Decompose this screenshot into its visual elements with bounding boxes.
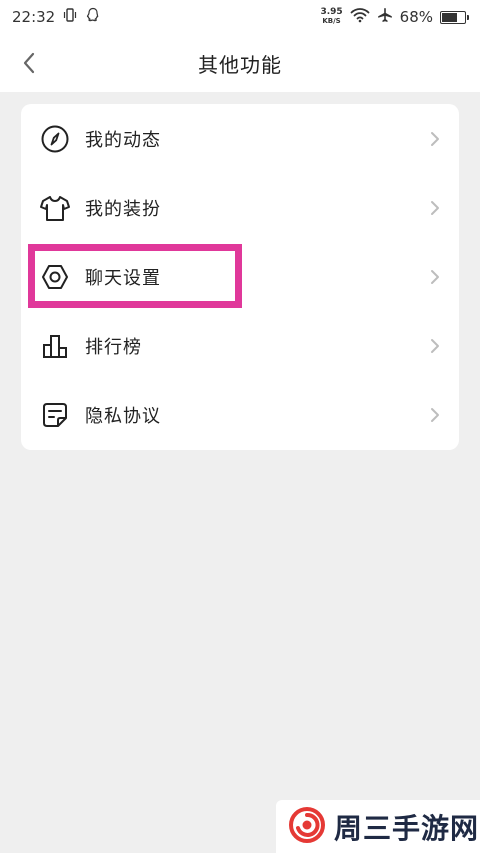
chevron-right-icon <box>431 200 439 215</box>
chevron-left-icon <box>23 52 35 74</box>
chevron-right-icon <box>431 407 439 422</box>
chevron-right-icon <box>431 131 439 146</box>
menu-card: 我的动态 我的装扮 聊天设置 排行榜 隐私协议 <box>21 104 459 450</box>
menu-item-chat-settings[interactable]: 聊天设置 <box>21 242 459 311</box>
page-title: 其他功能 <box>198 52 282 77</box>
menu-item-leaderboard[interactable]: 排行榜 <box>21 311 459 380</box>
status-time: 22:32 <box>12 8 56 26</box>
ranking-bars-icon <box>39 330 71 362</box>
watermark-logo-icon <box>288 806 326 848</box>
wifi-icon <box>350 7 370 27</box>
network-speed-value: 3.95 <box>320 7 343 17</box>
menu-item-label: 我的装扮 <box>85 198 161 220</box>
battery-level-fill <box>442 12 457 22</box>
airplane-mode-icon <box>377 7 393 27</box>
menu-item-privacy-policy[interactable]: 隐私协议 <box>21 380 459 449</box>
document-note-icon <box>39 399 71 431</box>
status-bar: 22:32 3.95 KB/S 68% <box>0 0 480 34</box>
status-left: 22:32 <box>12 7 101 27</box>
menu-item-label: 我的动态 <box>85 129 161 151</box>
watermark: 周三手游网 <box>276 800 480 853</box>
battery-percent: 68% <box>399 8 433 26</box>
menu-item-label: 隐私协议 <box>85 405 161 427</box>
menu-item-my-posts[interactable]: 我的动态 <box>21 104 459 173</box>
menu-item-my-outfit[interactable]: 我的装扮 <box>21 173 459 242</box>
battery-icon <box>440 10 469 24</box>
tshirt-icon <box>39 192 71 224</box>
chevron-right-icon <box>431 269 439 284</box>
vibrate-icon <box>62 7 78 27</box>
menu-item-label: 排行榜 <box>85 336 142 358</box>
network-speed-unit: KB/S <box>322 17 341 25</box>
chevron-right-icon <box>431 338 439 353</box>
qq-notification-icon <box>85 7 101 27</box>
compass-icon <box>39 123 71 155</box>
watermark-text: 周三手游网 <box>334 811 480 845</box>
network-speed: 3.95 KB/S <box>320 8 342 26</box>
back-button[interactable] <box>14 48 44 78</box>
menu-item-label: 聊天设置 <box>85 267 161 289</box>
hex-nut-settings-icon <box>39 261 71 293</box>
navigation-bar: 其他功能 <box>0 34 480 92</box>
status-right: 3.95 KB/S 68% <box>320 7 469 27</box>
